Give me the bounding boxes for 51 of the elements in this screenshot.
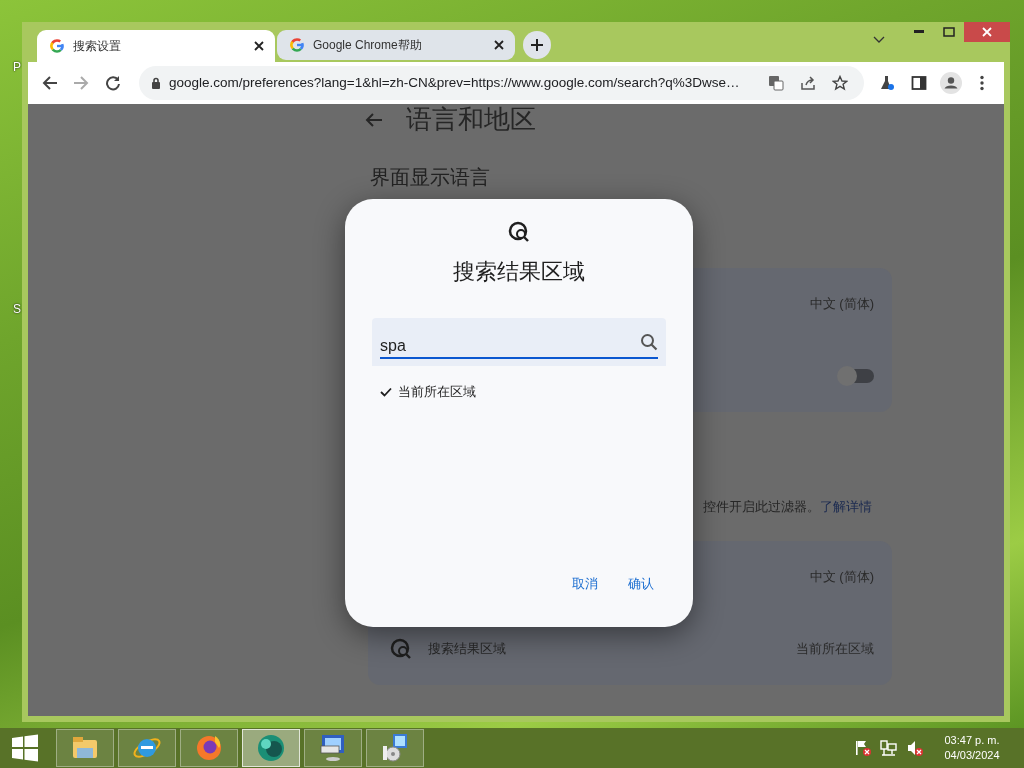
flag-icon[interactable] (854, 739, 872, 757)
lock-icon (150, 76, 161, 90)
maximize-icon (943, 27, 955, 37)
reload-icon (105, 75, 122, 91)
favicon-icon (289, 37, 305, 53)
forward-arrow-icon (73, 75, 90, 91)
page-title: 语言和地区 (406, 104, 536, 136)
taskbar-button[interactable] (242, 729, 300, 767)
browser-tab[interactable]: 搜索设置 (37, 30, 275, 62)
dialog-title: 搜索结果区域 (453, 258, 585, 286)
dialog-button[interactable]: 确认 (624, 569, 658, 597)
section-heading: 界面显示语言 (370, 166, 491, 188)
region-option[interactable]: 当前所在区域 (380, 380, 666, 404)
plus-icon (530, 38, 544, 52)
menu-icon (980, 75, 985, 91)
dialog-button[interactable]: 取消 (568, 569, 602, 597)
back-arrow-icon (365, 111, 383, 129)
close-icon[interactable] (253, 40, 265, 52)
orb-icon (255, 732, 287, 764)
setting-value: 当前所在区域 (796, 639, 874, 658)
close-icon (982, 27, 992, 37)
setting-value: 中文 (简体) (809, 567, 874, 586)
speaker-icon[interactable] (906, 739, 924, 757)
star-icon (831, 75, 848, 91)
setting-value: 中文 (简体) (809, 295, 874, 314)
minimize-icon (914, 30, 924, 34)
taskbar-button[interactable] (304, 729, 362, 767)
address-bar[interactable]: google.com/preferences?lang=1&hl=zh-CN&prev=https://www.google.com/search?q%3Dwse… (138, 66, 864, 100)
setting-label: 搜索结果区域 (428, 639, 506, 658)
back-arrow-icon (41, 75, 58, 91)
toggle-switch[interactable] (840, 369, 874, 383)
globe-search-icon (508, 221, 530, 243)
share-icon (799, 75, 816, 91)
browser-tab[interactable]: Google Chrome帮助 (277, 30, 515, 60)
close-icon[interactable] (493, 39, 505, 51)
avatar-icon (939, 72, 962, 94)
favicon-icon (49, 38, 65, 54)
check-icon (380, 386, 392, 397)
chevron-down-icon (873, 36, 885, 44)
taskbar-button[interactable] (366, 729, 424, 767)
translate-icon (767, 75, 784, 91)
four-panes-icon (11, 734, 39, 762)
clock[interactable]: 03:47 p. m. 04/03/2024 (940, 733, 1004, 763)
flask-icon (879, 75, 896, 91)
search-icon[interactable] (640, 333, 658, 351)
taskbar-button[interactable] (180, 729, 238, 767)
side-panel-icon (910, 75, 927, 91)
close-button[interactable] (964, 22, 1010, 42)
network-icon[interactable] (880, 739, 898, 757)
globe-search-icon (390, 637, 412, 660)
new-tab-button[interactable] (523, 31, 551, 59)
